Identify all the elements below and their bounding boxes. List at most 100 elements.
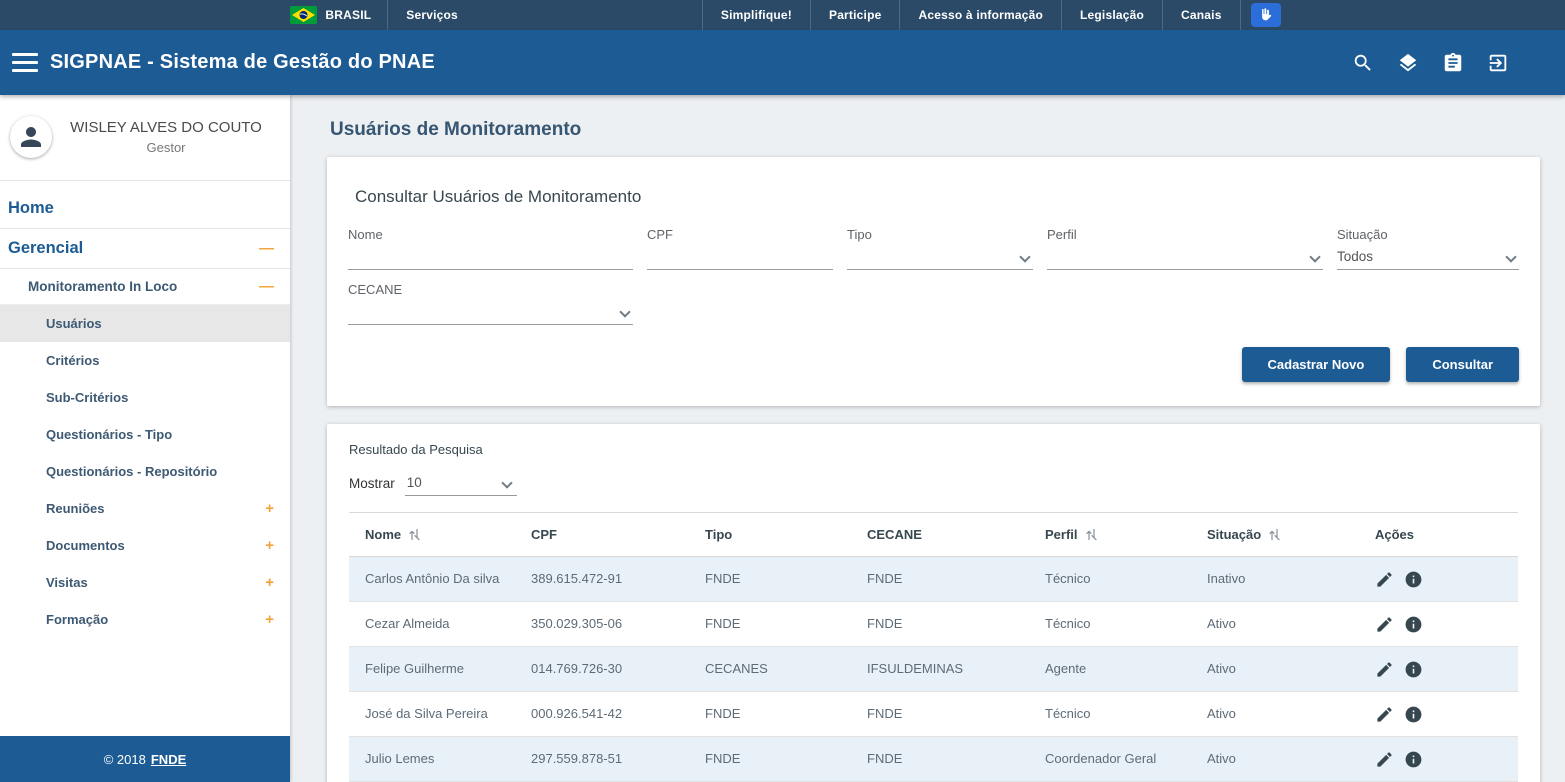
cecane-select[interactable] — [348, 297, 633, 325]
search-icon[interactable] — [1352, 52, 1374, 74]
edit-icon[interactable] — [1375, 570, 1394, 589]
search-card-title: Consultar Usuários de Monitoramento — [355, 187, 1519, 207]
info-icon[interactable] — [1404, 570, 1423, 589]
field-cecane: CECANE — [348, 282, 633, 325]
info-icon[interactable] — [1404, 615, 1423, 634]
user-name: WISLEY ALVES DO COUTO — [60, 118, 272, 138]
sidebar-item-label: Usuários — [46, 316, 102, 331]
clipboard-icon[interactable] — [1442, 52, 1464, 74]
expand-plus-icon[interactable]: + — [265, 575, 274, 590]
gov-link-simplifique[interactable]: Simplifique! — [702, 0, 810, 30]
page-size-row: Mostrar 10 — [349, 475, 1518, 496]
sidebar-item-gerencial[interactable]: Gerencial— — [0, 229, 290, 269]
collapse-minus-icon[interactable]: — — [259, 241, 274, 256]
edit-icon[interactable] — [1375, 615, 1394, 634]
field-perfil: Perfil — [1047, 227, 1323, 270]
info-icon[interactable] — [1404, 750, 1423, 769]
vlibras-button[interactable] — [1240, 0, 1291, 30]
sort-icon[interactable] — [1084, 527, 1099, 542]
edit-icon[interactable] — [1375, 705, 1394, 724]
field-label: Tipo — [847, 227, 1033, 242]
column-header-acoes: Ações — [1359, 513, 1518, 557]
sidebar-item-usuarios[interactable]: Usuários — [0, 305, 290, 342]
field-situacao: SituaçãoTodos — [1337, 227, 1519, 270]
cell-cecane: FNDE — [851, 557, 1029, 602]
page-size-value: 10 — [407, 475, 422, 490]
cell-tipo: FNDE — [689, 602, 851, 647]
gov-link-participe[interactable]: Participe — [810, 0, 900, 30]
gov-brasil-link[interactable]: BRASIL — [274, 0, 387, 30]
field-label: Perfil — [1047, 227, 1323, 242]
sidebar-item-questionarios-tipo[interactable]: Questionários - Tipo — [0, 416, 290, 453]
gov-bar-spacer — [476, 0, 702, 30]
sidebar-item-label: Reuniões — [46, 501, 105, 516]
gov-link-acesso-a-informacao[interactable]: Acesso à informação — [899, 0, 1061, 30]
cell-acoes — [1359, 557, 1518, 602]
sidebar-item-label: Sub-Critérios — [46, 390, 128, 405]
tipo-select[interactable] — [847, 242, 1033, 270]
edit-icon[interactable] — [1375, 660, 1394, 679]
sidebar-item-sub-criterios[interactable]: Sub-Critérios — [0, 379, 290, 416]
page-size-select[interactable]: 10 — [405, 475, 517, 496]
layers-icon[interactable] — [1397, 52, 1419, 74]
gov-bar: BRASIL Serviços Simplifique!ParticipeAce… — [0, 0, 1565, 30]
gov-link-servicos[interactable]: Serviços — [387, 0, 476, 30]
sidebar-item-monitoramento-in-loco[interactable]: Monitoramento In Loco— — [0, 269, 290, 305]
cell-situacao: Ativo — [1191, 647, 1359, 692]
cell-perfil: Técnico — [1029, 557, 1191, 602]
sidebar-item-documentos[interactable]: Documentos+ — [0, 527, 290, 564]
field-label: CPF — [647, 227, 833, 242]
menu-icon[interactable] — [12, 53, 38, 72]
sidebar-item-criterios[interactable]: Critérios — [0, 342, 290, 379]
field-tipo: Tipo — [847, 227, 1033, 270]
main-content: Usuários de Monitoramento Consultar Usuá… — [290, 95, 1565, 782]
chevron-down-icon — [1019, 251, 1030, 262]
info-icon[interactable] — [1404, 705, 1423, 724]
nome-input[interactable] — [348, 242, 633, 270]
cell-cpf: 389.615.472-91 — [515, 557, 689, 602]
column-header-nome[interactable]: Nome — [349, 513, 515, 557]
sidebar-item-questionarios-repositorio[interactable]: Questionários - Repositório — [0, 453, 290, 490]
column-header-situacao[interactable]: Situação — [1191, 513, 1359, 557]
gov-link-legislacao[interactable]: Legislação — [1061, 0, 1162, 30]
edit-icon[interactable] — [1375, 750, 1394, 769]
sort-icon[interactable] — [407, 527, 422, 542]
expand-plus-icon[interactable]: + — [265, 501, 274, 516]
gov-links-right: Simplifique!ParticipeAcesso à informação… — [702, 0, 1240, 30]
cpf-input[interactable] — [647, 242, 833, 270]
sidebar-item-formacao[interactable]: Formação+ — [0, 601, 290, 638]
cell-cecane: IFSULDEMINAS — [851, 647, 1029, 692]
perfil-select[interactable] — [1047, 242, 1323, 270]
cell-tipo: FNDE — [689, 557, 851, 602]
page-title: Usuários de Monitoramento — [330, 119, 1540, 141]
table-row: José da Silva Pereira000.926.541-42FNDEF… — [349, 692, 1518, 737]
consultar-button[interactable]: Consultar — [1406, 347, 1519, 382]
situacao-select[interactable]: Todos — [1337, 242, 1519, 270]
collapse-minus-icon[interactable]: — — [259, 279, 274, 294]
info-icon[interactable] — [1404, 660, 1423, 679]
cell-situacao: Ativo — [1191, 602, 1359, 647]
cell-cecane: FNDE — [851, 602, 1029, 647]
cell-acoes — [1359, 647, 1518, 692]
logout-icon[interactable] — [1487, 52, 1509, 74]
column-header-perfil[interactable]: Perfil — [1029, 513, 1191, 557]
expand-plus-icon[interactable]: + — [265, 612, 274, 627]
cell-cecane: FNDE — [851, 692, 1029, 737]
gov-link-canais[interactable]: Canais — [1162, 0, 1240, 30]
sidebar-item-visitas[interactable]: Visitas+ — [0, 564, 290, 601]
table-row: Carlos Antônio Da silva389.615.472-91FND… — [349, 557, 1518, 602]
table-row: Felipe Guilherme014.769.726-30CECANESIFS… — [349, 647, 1518, 692]
cadastrar-novo-button[interactable]: Cadastrar Novo — [1242, 347, 1391, 382]
sidebar-item-reunioes[interactable]: Reuniões + — [0, 490, 290, 527]
column-header-cecane: CECANE — [851, 513, 1029, 557]
fnde-link[interactable]: FNDE — [151, 752, 186, 767]
sort-icon[interactable] — [1267, 527, 1282, 542]
cell-nome: Felipe Guilherme — [349, 647, 515, 692]
cell-acoes — [1359, 737, 1518, 782]
expand-plus-icon[interactable]: + — [265, 538, 274, 553]
cell-perfil: Técnico — [1029, 602, 1191, 647]
gov-brand-label: BRASIL — [325, 8, 371, 22]
sidebar-item-home[interactable]: Home — [0, 189, 290, 229]
field-cpf: CPF — [647, 227, 833, 270]
show-label: Mostrar — [349, 476, 395, 496]
